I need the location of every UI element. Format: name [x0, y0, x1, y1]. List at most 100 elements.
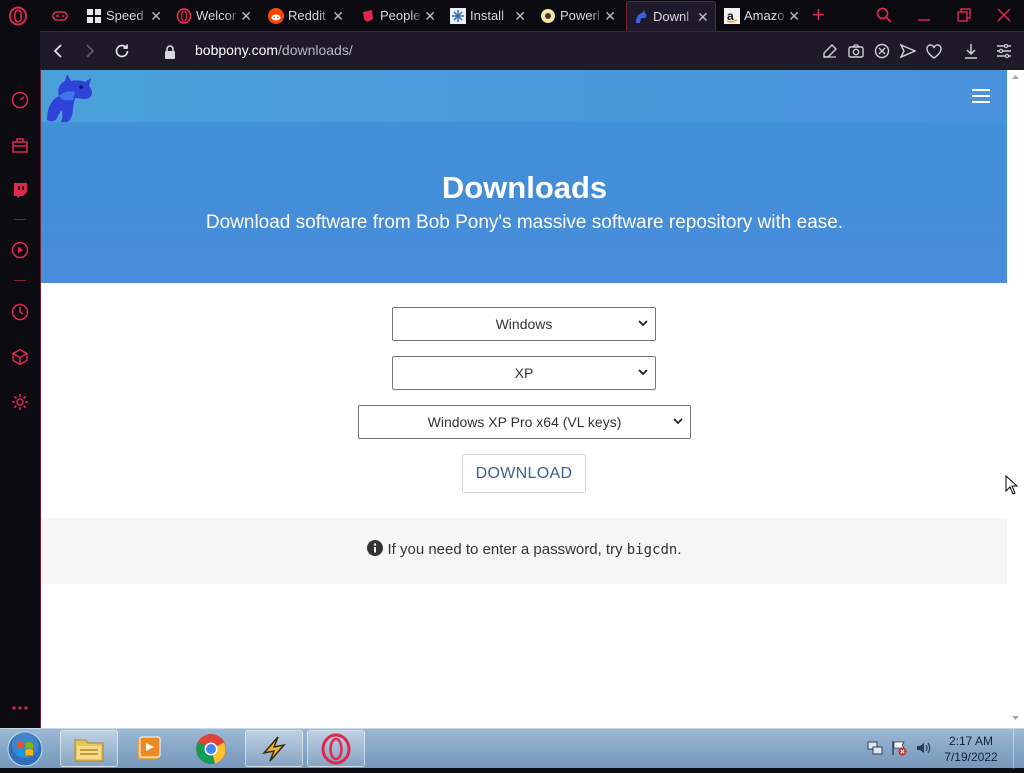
heart-icon[interactable] [925, 42, 943, 60]
speed-dial-icon [86, 8, 102, 24]
tab-amazon[interactable]: a Amazo ✕ [718, 2, 808, 29]
edit-icon[interactable] [821, 42, 839, 60]
page-scrollbar[interactable] [1007, 70, 1024, 728]
os-select[interactable]: Windows [392, 307, 656, 341]
tab-title: Reddit [288, 8, 326, 23]
download-button[interactable]: DOWNLOAD [462, 454, 586, 493]
os-select-value: Windows [495, 316, 553, 332]
close-window-icon[interactable] [993, 5, 1015, 25]
close-icon[interactable]: ✕ [697, 10, 709, 24]
system-clock[interactable]: 2:17 AM 7/19/2022 [940, 733, 1002, 765]
bobpony-favicon-icon [633, 9, 649, 25]
powerline-icon [540, 8, 556, 24]
pinterest-icon [360, 8, 376, 24]
settings-gear-icon[interactable] [10, 392, 30, 412]
close-icon[interactable]: ✕ [514, 9, 526, 23]
back-icon[interactable] [48, 41, 68, 61]
password-note: If you need to enter a password, try big… [41, 540, 1007, 558]
minimize-icon[interactable] [913, 5, 935, 25]
tab-title: Install [470, 8, 504, 23]
tab-title: Powerl [560, 8, 600, 23]
page-subtitle: Download software from Bob Pony's massiv… [205, 212, 844, 233]
password-note-end: . [677, 541, 682, 558]
tab-speed-dial[interactable]: Speed ✕ [80, 2, 170, 29]
winamp-icon [261, 736, 287, 761]
close-icon[interactable]: ✕ [604, 9, 616, 23]
sidebar-divider [14, 280, 26, 281]
network-icon[interactable] [866, 739, 884, 757]
tab-install[interactable]: Install ✕ [444, 2, 534, 29]
opera-icon [321, 733, 351, 764]
tab-welcome[interactable]: Welcor ✕ [170, 2, 260, 29]
taskbar-winamp[interactable] [245, 730, 303, 767]
snapshot-camera-icon[interactable] [847, 42, 865, 60]
edition-select[interactable]: Windows XP Pro x64 (VL keys) [358, 405, 691, 439]
opera-menu-icon[interactable] [8, 6, 28, 26]
download-icon[interactable] [962, 42, 980, 60]
tab-power[interactable]: Powerl ✕ [534, 2, 624, 29]
url-path: /downloads/ [278, 42, 353, 58]
tab-downloads[interactable]: Downl ✕ [626, 1, 716, 31]
tab-strip: Speed ✕ Welcor ✕ Reddit ✕ People ✕ Insta… [0, 0, 1024, 31]
edition-select-value: Windows XP Pro x64 (VL keys) [427, 414, 622, 430]
amazon-icon: a [724, 7, 740, 24]
page-viewport: Downloads Download software from Bob Pon… [40, 70, 1007, 728]
new-tab-button[interactable]: + [812, 4, 825, 26]
tab-title: Speed [106, 8, 144, 23]
shopping-bag-icon[interactable] [10, 135, 30, 155]
url-field[interactable]: bobpony.com/downloads/ [195, 42, 353, 58]
password-note-band: If you need to enter a password, try big… [41, 518, 1007, 584]
bobpony-logo-icon[interactable] [43, 72, 95, 124]
extensions-cube-icon[interactable] [10, 347, 30, 367]
forward-icon[interactable] [80, 41, 100, 61]
close-icon[interactable]: ✕ [424, 9, 436, 23]
windows-taskbar: 2:17 AM 7/19/2022 [0, 728, 1024, 769]
player-icon[interactable] [10, 240, 30, 260]
more-dots-icon[interactable] [10, 698, 30, 718]
restore-icon[interactable] [953, 5, 975, 25]
taskbar-opera[interactable] [307, 730, 365, 767]
version-select[interactable]: XP [392, 356, 656, 390]
chrome-icon [196, 733, 226, 764]
mouse-cursor-icon [1005, 474, 1019, 495]
close-icon[interactable]: ✕ [788, 9, 800, 23]
show-desktop-button[interactable] [1013, 729, 1024, 769]
ad-block-icon[interactable] [873, 42, 891, 60]
reddit-icon [268, 7, 284, 24]
search-tabs-icon[interactable] [873, 5, 895, 25]
action-center-flag-icon[interactable] [890, 739, 908, 757]
easy-setup-icon[interactable] [995, 42, 1013, 60]
tab-title: Downl [653, 9, 690, 24]
start-button-icon[interactable] [6, 730, 44, 768]
volume-icon[interactable] [914, 739, 932, 757]
settings-favicon-icon [450, 7, 466, 24]
password-note-text: If you need to enter a password, try [387, 541, 627, 558]
close-icon[interactable]: ✕ [240, 9, 252, 23]
chevron-down-icon [638, 320, 648, 327]
chevron-down-icon [638, 369, 648, 376]
twitch-icon[interactable] [10, 180, 30, 200]
tab-reddit[interactable]: Reddit ✕ [262, 2, 352, 29]
tab-title: Welcor [196, 8, 237, 23]
tab-people[interactable]: People ✕ [354, 2, 444, 29]
speedometer-icon[interactable] [10, 90, 30, 110]
hamburger-menu-icon[interactable] [972, 89, 990, 103]
page-title: Downloads [441, 170, 608, 205]
send-icon[interactable] [899, 42, 917, 60]
taskbar-explorer[interactable] [60, 730, 118, 767]
gamepad-icon [52, 8, 68, 24]
tab-game[interactable] [46, 2, 78, 29]
taskbar-media-player[interactable] [120, 730, 178, 767]
url-domain: bobpony.com [195, 42, 279, 58]
clock-time: 2:17 AM [948, 734, 994, 748]
opera-icon [176, 7, 192, 24]
taskbar-chrome[interactable] [182, 730, 240, 767]
close-icon[interactable]: ✕ [150, 9, 162, 23]
reload-icon[interactable] [112, 41, 132, 61]
media-player-icon [138, 736, 161, 759]
site-navbar [41, 70, 1007, 122]
lock-icon[interactable] [160, 42, 180, 62]
sidebar-divider [14, 219, 26, 220]
history-icon[interactable] [10, 302, 30, 322]
close-icon[interactable]: ✕ [332, 9, 344, 23]
